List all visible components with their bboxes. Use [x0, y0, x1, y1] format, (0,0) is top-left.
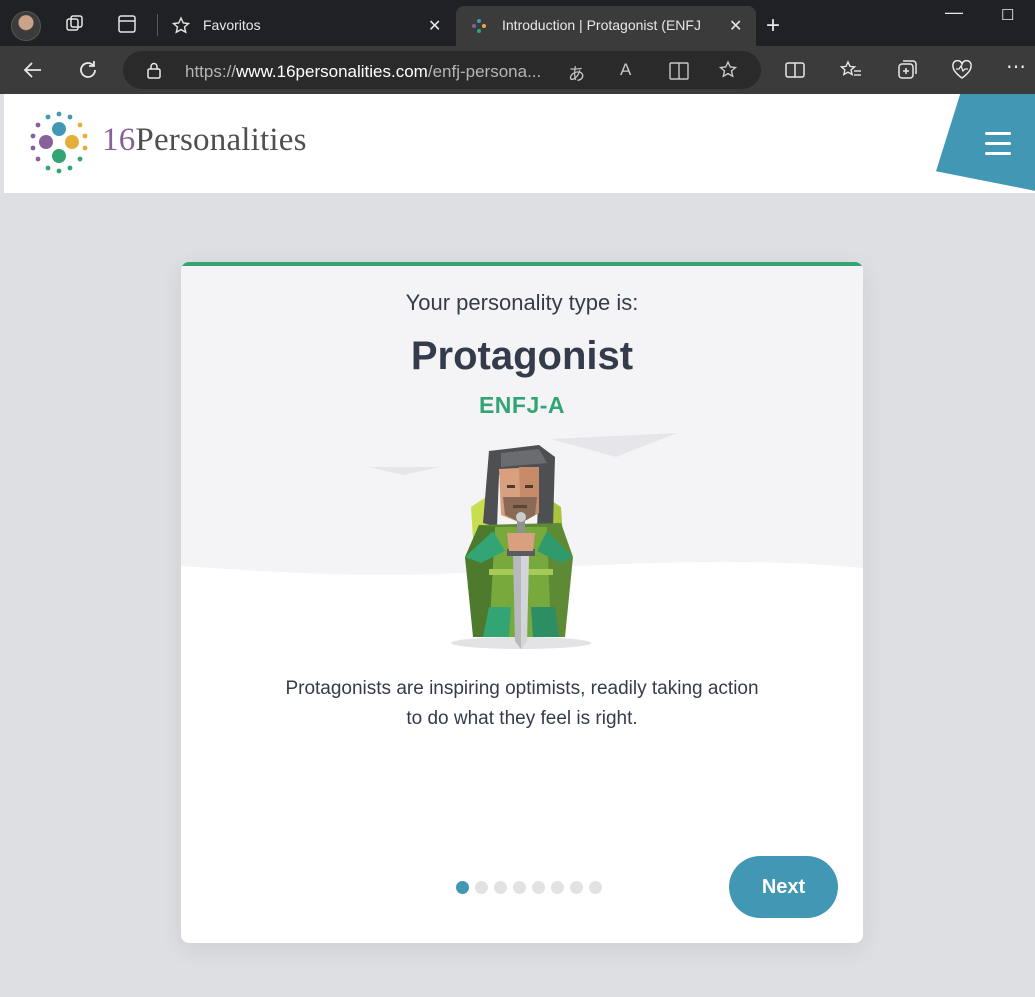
tab-actions-icon[interactable]	[116, 13, 138, 35]
url-text[interactable]: https://www.16personalities.com/enfj-per…	[185, 62, 561, 82]
protagonist-character-illustration	[369, 433, 677, 649]
pagination-dot-2[interactable]	[475, 881, 488, 894]
read-aloud-icon[interactable]: A	[620, 60, 631, 80]
pagination-dot-3[interactable]	[494, 881, 507, 894]
browser-toolbar: https://www.16personalities.com/enfj-per…	[0, 46, 1035, 94]
personality-type-name: Protagonist	[410, 334, 634, 378]
logo-wordmark[interactable]: 16Personalities	[102, 122, 307, 159]
card-accent-bar	[181, 262, 863, 266]
site-favicon-icon	[472, 19, 486, 33]
minimize-icon[interactable]: —	[945, 2, 963, 23]
favorites-icon[interactable]	[839, 58, 863, 82]
workspaces-icon[interactable]	[64, 13, 86, 35]
collections-icon[interactable]	[895, 58, 919, 82]
back-icon[interactable]	[21, 58, 45, 82]
type-description: Protagonists are inspiring optimists, re…	[241, 674, 803, 734]
profile-avatar[interactable]	[11, 11, 41, 41]
result-card: Your personality type is: Protagonist EN…	[181, 262, 863, 943]
pagination-dot-7[interactable]	[570, 881, 583, 894]
close-tab-icon[interactable]: ✕	[729, 16, 742, 36]
logo-icon[interactable]	[26, 110, 92, 176]
tab-favoritos[interactable]: Favoritos ✕	[160, 6, 453, 46]
favorites-star-icon	[171, 16, 191, 34]
immersive-reader-icon[interactable]	[668, 61, 690, 81]
favorite-icon[interactable]	[717, 59, 739, 81]
type-description-line: Protagonists are inspiring optimists, re…	[285, 678, 759, 699]
url-domain: www.16personalities.com	[236, 62, 428, 81]
more-icon[interactable]: ⋯	[1006, 54, 1030, 78]
refresh-icon[interactable]	[76, 58, 100, 82]
pagination-dot-1[interactable]	[456, 881, 469, 894]
intro-text: Your personality type is:	[405, 290, 639, 315]
pagination-dot-8[interactable]	[589, 881, 602, 894]
type-description-line: to do what they feel is right.	[406, 708, 638, 729]
close-tab-icon[interactable]: ✕	[428, 16, 441, 36]
lock-icon[interactable]	[145, 61, 163, 79]
tab-title: Introduction | Protagonist (ENFJ	[502, 17, 701, 33]
address-bar[interactable]: https://www.16personalities.com/enfj-per…	[123, 51, 761, 89]
maximize-icon[interactable]: ☐	[1001, 6, 1014, 24]
pagination-dots	[456, 881, 602, 894]
tab-introduction[interactable]: Introduction | Protagonist (ENFJ ✕	[456, 6, 756, 46]
url-prefix: https://	[185, 62, 237, 81]
new-tab-icon[interactable]: +	[766, 12, 780, 40]
split-screen-icon[interactable]	[783, 58, 807, 82]
logo-number: 16	[102, 122, 136, 158]
browser-tab-bar: Favoritos ✕ Introduction | Protagonist (…	[0, 0, 1035, 46]
toolbar-separator	[157, 14, 158, 36]
site-header: 16Personalities	[4, 94, 1035, 193]
logo-word: Personalities	[135, 122, 307, 158]
personality-type-code: ENFJ-A	[478, 392, 566, 418]
url-path: /enfj-persona...	[427, 62, 542, 81]
translate-icon[interactable]: あ	[568, 60, 585, 85]
pagination-dot-6[interactable]	[551, 881, 564, 894]
browser-essentials-icon[interactable]	[950, 58, 974, 82]
pagination-dot-4[interactable]	[513, 881, 526, 894]
next-button[interactable]: Next	[729, 856, 838, 918]
tab-title: Favoritos	[203, 17, 261, 33]
pagination-dot-5[interactable]	[532, 881, 545, 894]
